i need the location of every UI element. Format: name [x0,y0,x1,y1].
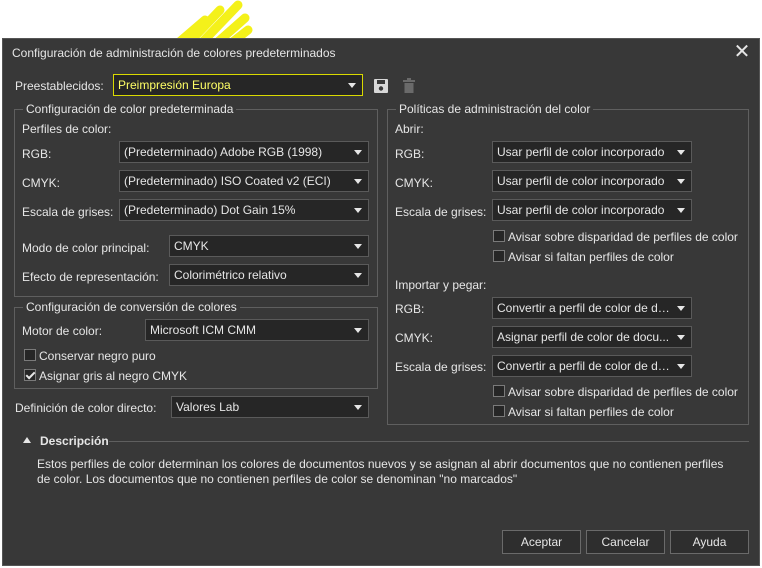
policies-legend: Políticas de administración del color [396,102,594,116]
import-paste-label: Importar y pegar: [395,278,487,292]
import-warn-mismatch-checkbox[interactable] [493,385,505,397]
chevron-down-icon [677,364,685,369]
rendering-intent-label: Efecto de representación: [22,270,159,284]
open-rgb-policy-value: Usar perfil de color incorporado [497,145,665,159]
chevron-down-icon [677,306,685,311]
open-grayscale-policy-value: Usar perfil de color incorporado [497,203,665,217]
chevron-down-icon [354,244,362,249]
map-gray-to-black-label: Asignar gris al negro CMYK [39,369,188,383]
close-icon: ✕ [733,41,751,63]
dialog-title: Configuración de administración de color… [12,46,336,60]
import-grayscale-policy-value: Convertir a perfil de color de do... [497,359,675,373]
import-warn-mismatch-label: Avisar sobre disparidad de perfiles de c… [508,385,738,399]
import-cmyk-label: CMYK: [395,331,434,345]
import-rgb-policy-dropdown[interactable]: Convertir a perfil de color de do... [492,297,692,319]
save-preset-icon[interactable] [373,78,389,94]
cmyk-label: CMYK: [22,176,61,190]
grayscale-profile-value: (Predeterminado) Dot Gain 15% [124,203,296,217]
close-button[interactable]: ✕ [731,41,753,63]
preset-dropdown[interactable]: Preimpresión Europa [113,74,363,96]
default-config-legend: Configuración de color predeterminada [23,102,237,116]
collapse-triangle-icon[interactable] [23,437,31,443]
color-profiles-label: Perfiles de color: [22,122,112,136]
spot-color-dropdown[interactable]: Valores Lab [171,396,369,418]
rgb-profile-dropdown[interactable]: (Predeterminado) Adobe RGB (1998) [119,141,369,163]
chevron-down-icon [354,328,362,333]
rendering-intent-value: Colorimétrico relativo [174,268,287,282]
import-cmyk-policy-dropdown[interactable]: Asignar perfil de color de docu... [492,326,692,348]
import-grayscale-policy-dropdown[interactable]: Convertir a perfil de color de do... [492,355,692,377]
primary-mode-dropdown[interactable]: CMYK [169,235,369,257]
primary-mode-label: Modo de color principal: [22,241,150,255]
rendering-intent-dropdown[interactable]: Colorimétrico relativo [169,264,369,286]
conversion-legend: Configuración de conversión de colores [23,300,240,314]
rgb-profile-value: (Predeterminado) Adobe RGB (1998) [124,145,323,159]
cmyk-profile-value: (Predeterminado) ISO Coated v2 (ECI) [124,174,331,188]
description-header[interactable]: Descripción [40,434,109,448]
open-label: Abrir: [395,122,424,136]
rgb-label: RGB: [22,147,52,161]
open-cmyk-policy-value: Usar perfil de color incorporado [497,174,665,188]
chevron-down-icon [677,150,685,155]
spot-color-value: Valores Lab [176,400,240,414]
grayscale-profile-dropdown[interactable]: (Predeterminado) Dot Gain 15% [119,199,369,221]
open-grayscale-policy-dropdown[interactable]: Usar perfil de color incorporado [492,199,692,221]
preset-label: Preestablecidos: [15,79,104,93]
preset-value: Preimpresión Europa [118,78,231,92]
chevron-down-icon [354,208,362,213]
import-warn-missing-label: Avisar si faltan perfiles de color [508,405,674,419]
grayscale-label: Escala de grises: [22,205,114,219]
chevron-down-icon [348,83,356,88]
import-grayscale-label: Escala de grises: [395,360,487,374]
open-warn-missing-checkbox[interactable] [493,250,505,262]
chevron-down-icon [677,179,685,184]
import-rgb-policy-value: Convertir a perfil de color de do... [497,301,675,315]
open-cmyk-policy-dropdown[interactable]: Usar perfil de color incorporado [492,170,692,192]
preserve-pure-black-checkbox[interactable] [24,349,36,361]
primary-mode-value: CMYK [174,239,209,253]
color-management-dialog: Configuración de administración de color… [2,38,760,566]
import-warn-missing-checkbox[interactable] [493,405,505,417]
chevron-down-icon [677,335,685,340]
title-bar: Configuración de administración de color… [3,39,759,67]
delete-preset-icon[interactable] [402,78,416,94]
help-button[interactable]: Ayuda [670,530,749,554]
color-engine-label: Motor de color: [22,324,103,338]
ok-button[interactable]: Aceptar [502,530,581,554]
map-gray-to-black-checkbox[interactable] [24,369,36,381]
import-rgb-label: RGB: [395,302,425,316]
cancel-button[interactable]: Cancelar [586,530,665,554]
chevron-down-icon [354,405,362,410]
description-text: Estos perfiles de color determinan los c… [37,457,724,486]
import-cmyk-policy-value: Asignar perfil de color de docu... [497,330,670,344]
cmyk-profile-dropdown[interactable]: (Predeterminado) ISO Coated v2 (ECI) [119,170,369,192]
color-engine-value: Microsoft ICM CMM [150,323,256,337]
spot-color-label: Definición de color directo: [15,401,157,415]
open-rgb-label: RGB: [395,147,425,161]
open-cmyk-label: CMYK: [395,176,434,190]
chevron-down-icon [677,208,685,213]
chevron-down-icon [354,273,362,278]
chevron-down-icon [354,179,362,184]
color-engine-dropdown[interactable]: Microsoft ICM CMM [145,319,369,341]
open-warn-mismatch-label: Avisar sobre disparidad de perfiles de c… [508,230,738,244]
open-warn-mismatch-checkbox[interactable] [493,230,505,242]
chevron-down-icon [354,150,362,155]
preserve-pure-black-label: Conservar negro puro [39,349,156,363]
description-divider [109,441,749,442]
open-rgb-policy-dropdown[interactable]: Usar perfil de color incorporado [492,141,692,163]
open-grayscale-label: Escala de grises: [395,205,487,219]
open-warn-missing-label: Avisar si faltan perfiles de color [508,250,674,264]
